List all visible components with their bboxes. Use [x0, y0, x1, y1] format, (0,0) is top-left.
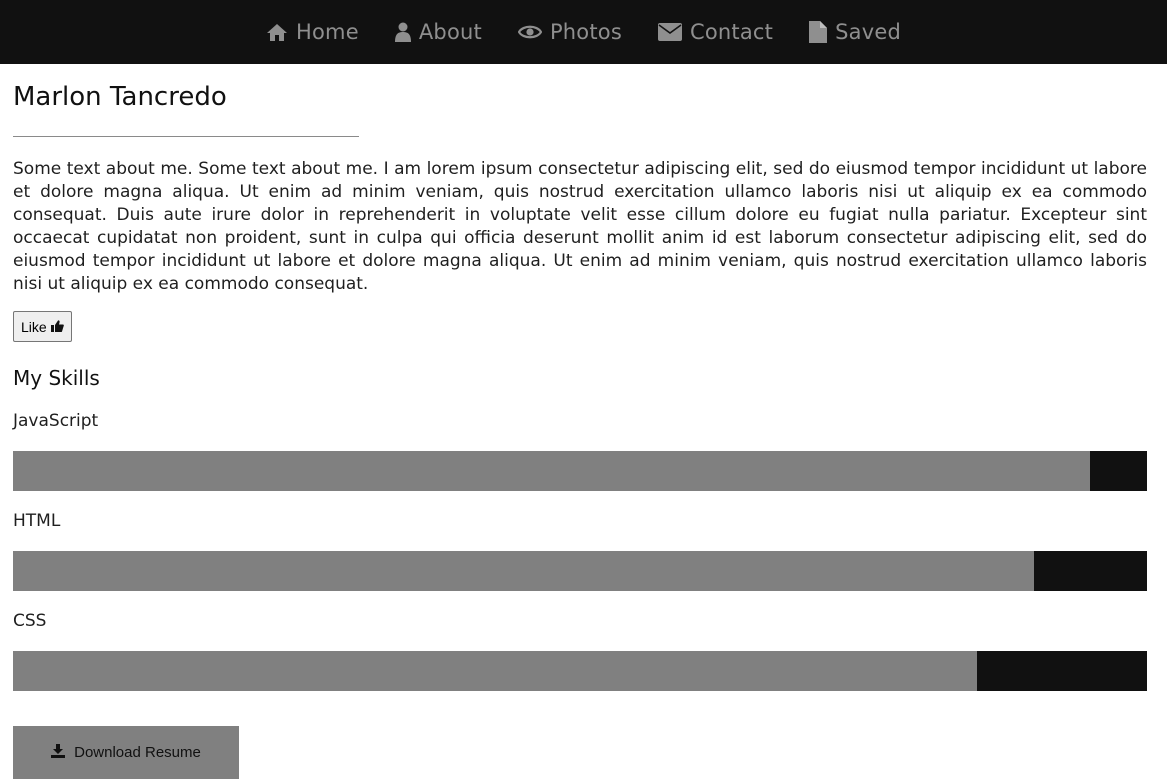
file-icon	[809, 21, 828, 43]
download-resume-button[interactable]: Download Resume	[13, 726, 239, 779]
skill-javascript: JavaScript	[13, 411, 1147, 491]
nav-photos-label: Photos	[549, 20, 622, 44]
skill-bar-fill	[13, 651, 977, 691]
skill-bar-fill	[13, 551, 1034, 591]
skills-title: My Skills	[13, 366, 100, 390]
download-label: Download Resume	[74, 744, 201, 761]
skill-css: CSS	[13, 611, 1147, 691]
skill-bar	[13, 551, 1147, 591]
profile-name: Marlon Tancredo	[13, 82, 227, 112]
skill-bar-fill	[13, 451, 1091, 491]
nav-saved-label: Saved	[835, 20, 901, 44]
nav-contact-label: Contact	[689, 20, 774, 44]
nav-photos[interactable]: Photos	[517, 20, 622, 44]
thumbs-up-icon	[50, 319, 64, 335]
skill-html: HTML	[13, 511, 1147, 591]
nav-contact[interactable]: Contact	[657, 20, 774, 44]
home-icon	[266, 23, 288, 42]
skill-label: CSS	[13, 611, 47, 631]
nav-home[interactable]: Home	[266, 20, 359, 44]
divider	[13, 136, 359, 137]
skill-label: HTML	[13, 511, 61, 531]
nav-about[interactable]: About	[394, 20, 482, 44]
skill-bar	[13, 651, 1147, 691]
eye-icon	[517, 24, 542, 40]
nav-about-label: About	[418, 20, 482, 44]
user-icon	[394, 22, 411, 42]
top-nav: Home About Photos Contact Saved	[0, 0, 1167, 64]
envelope-icon	[657, 23, 682, 41]
download-icon	[51, 743, 66, 762]
like-button[interactable]: Like	[13, 311, 72, 342]
nav-saved[interactable]: Saved	[809, 20, 901, 44]
skill-bar	[13, 451, 1147, 491]
nav-home-label: Home	[296, 20, 359, 44]
skill-label: JavaScript	[13, 411, 99, 431]
about-text: Some text about me. Some text about me. …	[13, 159, 1147, 294]
like-label: Like	[21, 318, 47, 335]
profile-content: Marlon Tancredo Some text about me. Some…	[0, 64, 1167, 779]
